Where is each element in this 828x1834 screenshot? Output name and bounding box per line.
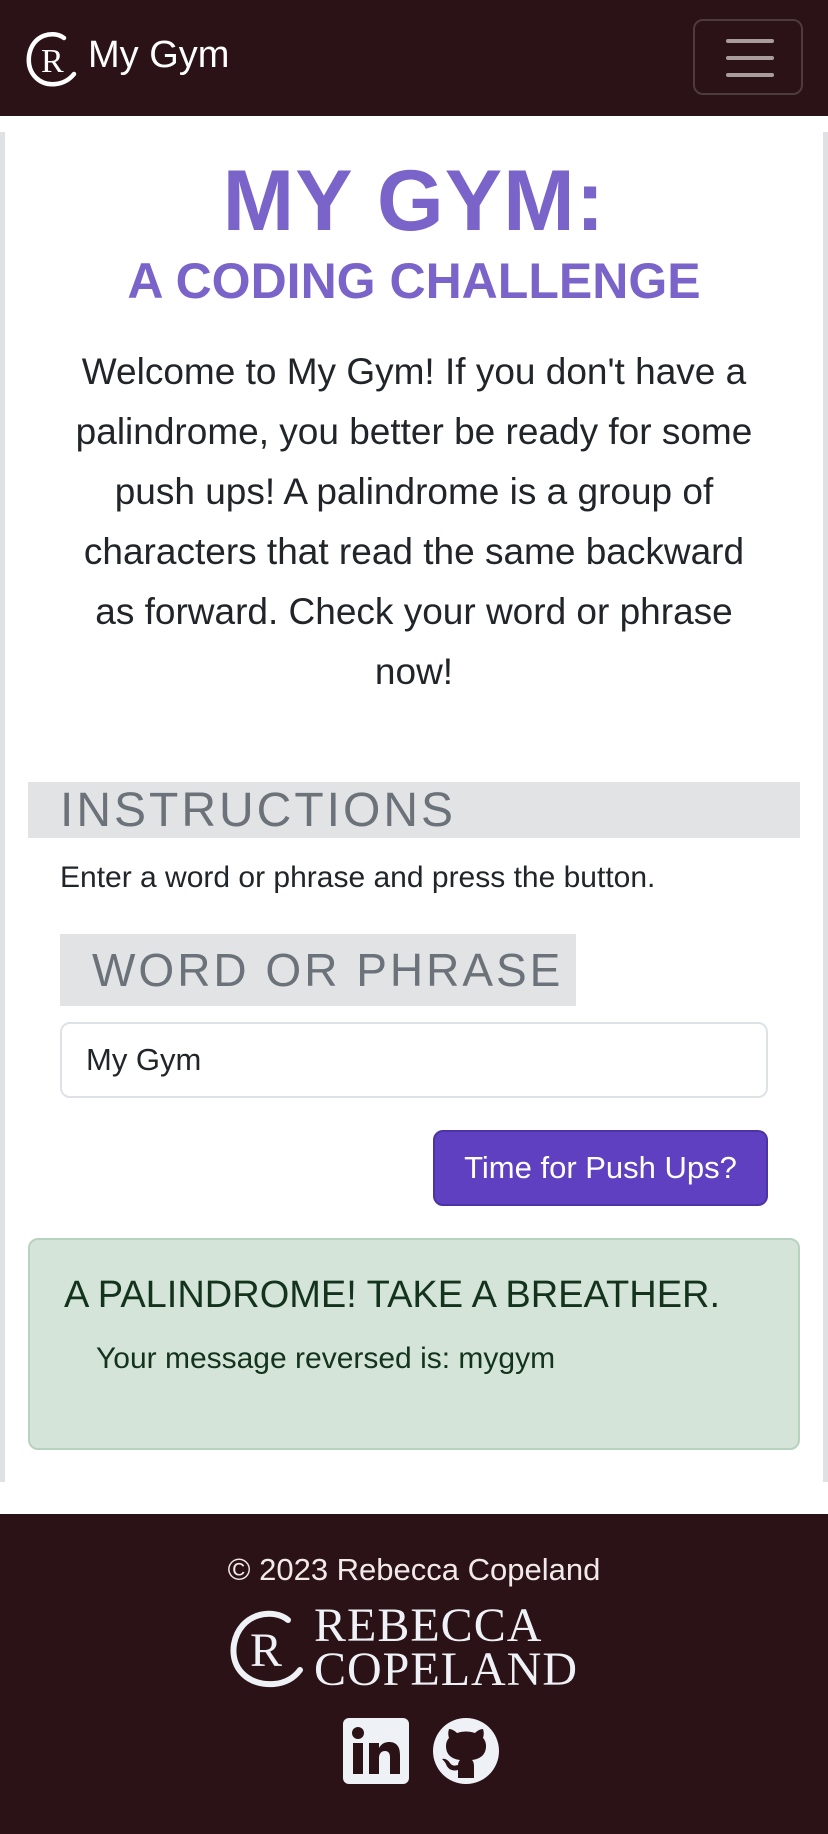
check-palindrome-button[interactable]: Time for Push Ups? [433,1130,768,1206]
result-title: A PALINDROME! TAKE A BREATHER. [64,1274,721,1316]
linkedin-icon [343,1718,409,1784]
rc-monogram-icon: R [26,32,77,87]
svg-text:R: R [41,43,64,80]
rc-monogram-icon: R [230,1610,303,1688]
copyright-text: © 2023 Rebecca Copeland [227,1552,601,1587]
word-or-phrase-label: WORD OR PHRASE [60,934,576,1006]
github-link[interactable] [433,1718,499,1784]
footer-brand-name: REBECCA COPELAND [314,1599,579,1696]
navbar-brand[interactable]: R My Gym [24,28,229,90]
intro-text: Welcome to My Gym! If you don't have a p… [75,351,753,692]
footer-brand-line2: COPELAND [314,1643,579,1696]
content-right-border [823,132,828,1482]
instructions-heading-text: INSTRUCTIONS [60,784,456,837]
footer-brand-line1: REBECCA [314,1599,543,1652]
footer-logo: R REBECCA COPELAND [226,1599,606,1696]
result-message: Your message reversed is: mygym [96,1342,556,1375]
instructions-heading: INSTRUCTIONS [28,782,800,838]
brand-name: My Gym [88,34,230,76]
instructions-text: Enter a word or phrase and press the but… [60,861,656,894]
content-left-border [0,132,5,1482]
page-subtitle: A CODING CHALLENGE [127,253,701,309]
result-alert: A PALINDROME! TAKE A BREATHER. Your mess… [28,1238,800,1450]
navbar: R My Gym [0,0,828,116]
svg-text:R: R [250,1624,282,1677]
linkedin-link[interactable] [343,1718,409,1784]
footer: © 2023 Rebecca Copeland R REBECCA COPELA… [0,1514,828,1834]
word-or-phrase-input[interactable] [60,1022,768,1098]
github-icon [433,1718,499,1784]
page-title: MY GYM: [222,153,606,249]
word-or-phrase-label-text: WORD OR PHRASE [92,944,564,996]
menu-toggle-button[interactable] [693,19,803,95]
